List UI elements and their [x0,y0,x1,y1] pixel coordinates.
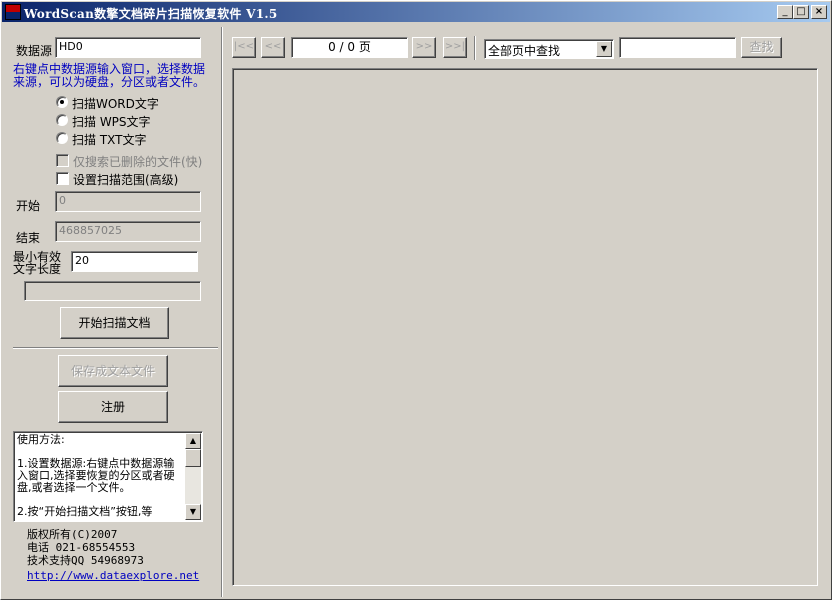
app-icon [5,4,21,20]
chevron-down-icon[interactable]: ▼ [596,41,612,57]
register-button[interactable]: 注册 [58,391,168,423]
usage-scrollbar[interactable]: ▲ ▼ [185,433,201,520]
website-link[interactable]: http://www.dataexplore.net [27,569,199,582]
datasource-input[interactable]: HD0 [55,37,201,58]
search-input[interactable] [619,37,736,58]
radio-scan-txt-label[interactable]: 扫描 TXT文字 [72,131,147,148]
checkbox-set-range-label[interactable]: 设置扫描范围(高级) [73,171,178,188]
radio-scan-word-label[interactable]: 扫描WORD文字 [72,95,159,112]
phone-text: 电话 021-68554553 [27,541,136,554]
minimize-button[interactable]: _ [777,5,793,19]
datasource-hint: 右键点中数据源输入窗口，选择数据来源，可以为硬盘，分区或者文件。 [13,62,206,89]
window-title: WordScan数擎文档碎片扫描恢复软件 V1.5 [24,7,278,21]
copyright-text: 版权所有(C)2007 [27,528,118,541]
prev-page-button[interactable]: << [261,37,285,58]
search-scope-select[interactable]: 全部页中查找 ▼ [484,39,614,59]
radio-scan-txt[interactable] [56,132,68,144]
usage-text: 使用方法: 1.设置数据源:右键点中数据源输入窗口,选择要恢复的分区或者硬盘,或… [17,433,175,518]
minlen-input[interactable]: 20 [71,251,198,272]
progress-bar [24,281,201,301]
maximize-button[interactable]: □ [793,5,809,19]
search-button[interactable]: 查找 [741,37,782,58]
first-page-button[interactable]: |<< [232,37,256,58]
last-page-button[interactable]: >>| [443,37,467,58]
start-input[interactable]: 0 [55,191,201,212]
search-scope-value: 全部页中查找 [488,44,561,58]
datasource-label: 数据源 [16,44,53,58]
end-label: 结束 [16,231,41,245]
next-page-button[interactable]: >> [412,37,436,58]
start-scan-button[interactable]: 开始扫描文档 [60,307,169,339]
start-label: 开始 [16,199,41,213]
save-text-button[interactable]: 保存成文本文件 [58,355,168,387]
minlen-label: 最小有效文字长度 [13,250,62,276]
scroll-up-arrow-icon[interactable]: ▲ [185,433,201,449]
checkbox-set-range[interactable] [56,172,69,185]
radio-scan-wps[interactable] [56,114,68,126]
page-indicator[interactable]: 0 / 0 页 [291,37,408,58]
end-input[interactable]: 468857025 [55,221,201,242]
usage-textarea[interactable]: 使用方法: 1.设置数据源:右键点中数据源输入窗口,选择要恢复的分区或者硬盘,或… [13,431,203,522]
title-bar[interactable]: WordScan数擎文档碎片扫描恢复软件 V1.5 _ □ × [2,2,830,22]
document-preview-area[interactable] [232,68,818,586]
radio-scan-wps-label[interactable]: 扫描 WPS文字 [72,113,151,130]
scroll-down-arrow-icon[interactable]: ▼ [185,504,201,520]
separator [13,347,218,349]
scroll-thumb[interactable] [185,449,201,467]
close-button[interactable]: × [811,5,827,19]
toolbar-separator [474,36,476,60]
checkbox-deleted-only-label[interactable]: 仅搜索已删除的文件(快) [73,153,202,170]
radio-scan-word[interactable] [56,96,68,108]
support-qq-text: 技术支持QQ 54968973 [27,554,144,567]
checkbox-deleted-only[interactable] [56,154,69,167]
splitter[interactable] [221,27,223,597]
